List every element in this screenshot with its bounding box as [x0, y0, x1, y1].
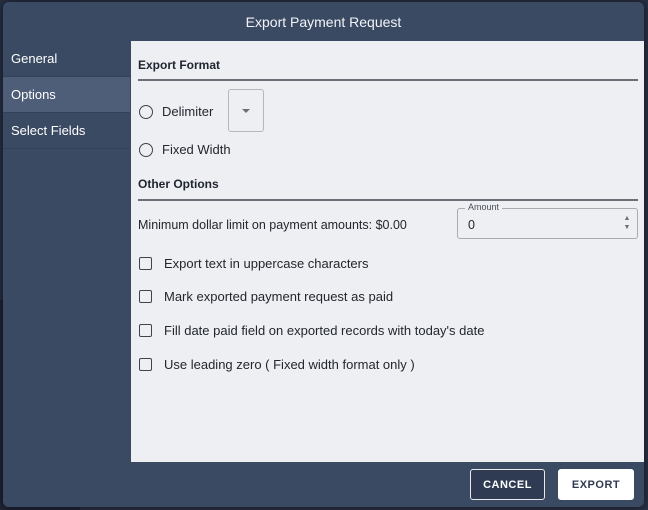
- fixed-width-radio[interactable]: [139, 142, 153, 157]
- amount-value[interactable]: 0: [468, 218, 475, 232]
- export-format-heading: Export Format: [138, 58, 221, 72]
- cancel-button[interactable]: CANCEL: [470, 469, 545, 500]
- options-panel: Export Format Delimiter Fixed Width Othe…: [131, 41, 644, 462]
- amount-stepper[interactable]: ▲ ▼: [623, 215, 631, 231]
- leading-zero-option[interactable]: Use leading zero ( Fixed width format on…: [139, 357, 415, 372]
- delimiter-label: Delimiter: [162, 104, 214, 119]
- sidebar-item-options[interactable]: Options: [3, 77, 130, 113]
- section-divider: [138, 199, 638, 201]
- uppercase-checkbox[interactable]: [139, 257, 152, 270]
- export-button[interactable]: EXPORT: [558, 469, 634, 500]
- leading-zero-checkbox[interactable]: [139, 358, 152, 371]
- sidebar-item-label: General: [11, 51, 58, 66]
- mark-paid-option[interactable]: Mark exported payment request as paid: [139, 289, 393, 304]
- stepper-down-icon[interactable]: ▼: [624, 224, 631, 231]
- delimiter-radio[interactable]: [139, 104, 153, 119]
- delimiter-select[interactable]: [228, 89, 264, 132]
- leading-zero-label: Use leading zero ( Fixed width format on…: [164, 357, 415, 372]
- min-dollar-label: Minimum dollar limit on payment amounts:…: [138, 218, 407, 232]
- mark-paid-label: Mark exported payment request as paid: [164, 289, 394, 304]
- sidebar-item-label: Options: [11, 87, 56, 102]
- mark-paid-checkbox[interactable]: [139, 290, 152, 303]
- dialog-title: Export Payment Request: [245, 13, 402, 30]
- fill-date-option[interactable]: Fill date paid field on exported records…: [139, 323, 484, 338]
- amount-input[interactable]: Amount 0 ▲ ▼: [457, 202, 638, 239]
- sidebar-item-label: Select Fields: [11, 123, 86, 138]
- fill-date-checkbox[interactable]: [139, 324, 152, 337]
- uppercase-option[interactable]: Export text in uppercase characters: [139, 256, 369, 271]
- section-divider: [138, 79, 638, 81]
- stepper-up-icon[interactable]: ▲: [624, 215, 631, 222]
- export-payment-request-dialog: Export Payment Request General Options S…: [3, 2, 644, 507]
- delimiter-option[interactable]: Delimiter: [139, 104, 213, 119]
- amount-legend: Amount: [465, 202, 503, 212]
- chevron-down-icon: [242, 108, 250, 113]
- other-options-heading: Other Options: [138, 177, 219, 191]
- options-sidebar: General Options Select Fields: [3, 41, 130, 462]
- fixed-width-label: Fixed Width: [162, 142, 231, 157]
- sidebar-item-select-fields[interactable]: Select Fields: [3, 113, 130, 149]
- dialog-footer: CANCEL EXPORT: [3, 462, 644, 507]
- sidebar-item-general[interactable]: General: [3, 41, 130, 77]
- uppercase-label: Export text in uppercase characters: [164, 256, 369, 271]
- fill-date-label: Fill date paid field on exported records…: [164, 323, 485, 338]
- fixed-width-option[interactable]: Fixed Width: [139, 142, 231, 157]
